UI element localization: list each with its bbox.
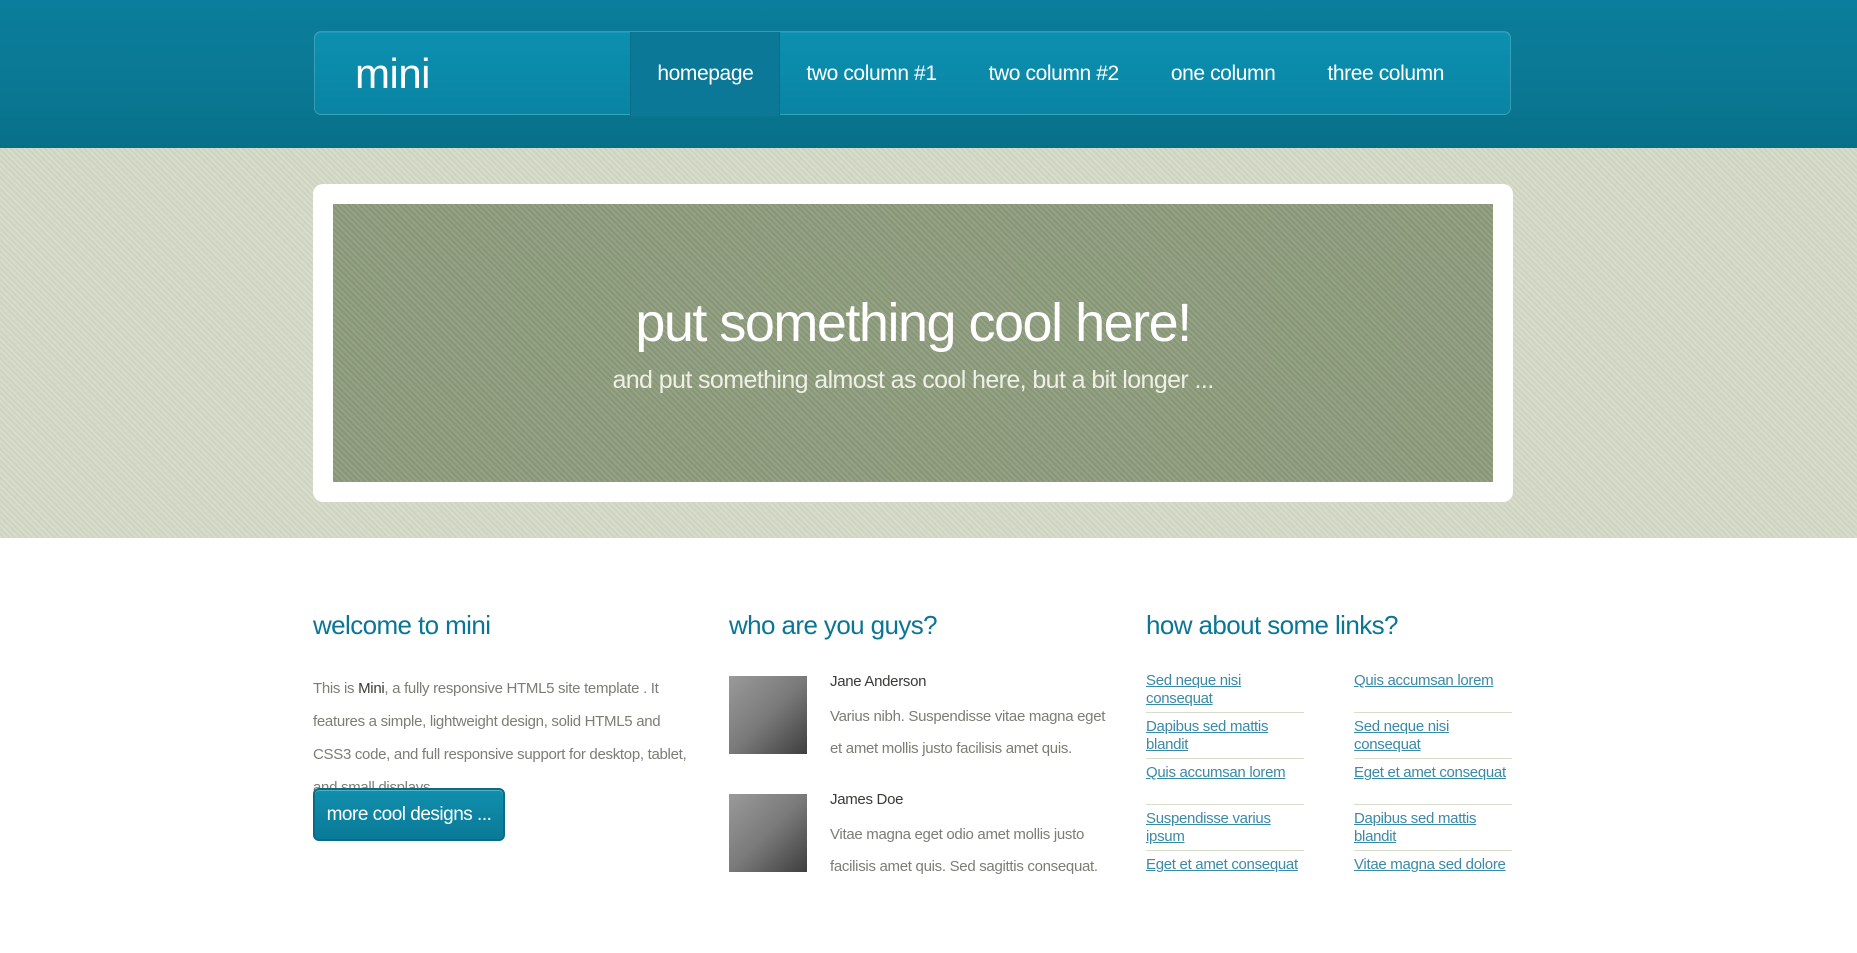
hero-frame: put something cool here! and put somethi… xyxy=(313,184,1513,502)
person-card: James Doe Vitae magna eget odio amet mol… xyxy=(729,791,1098,875)
links-heading: how about some links? xyxy=(1146,610,1398,640)
link[interactable]: Dapibus sed mattis blandit xyxy=(1354,810,1476,845)
link[interactable]: Quis accumsan lorem xyxy=(1146,764,1286,781)
welcome-text: This is Mini, a fully responsive HTML5 s… xyxy=(313,672,693,804)
brand-name: Mini xyxy=(358,680,385,697)
welcome-heading: welcome to mini xyxy=(313,610,491,640)
person-name: Jane Anderson xyxy=(830,673,927,690)
welcome-text-end: , a fully responsive HTML5 site template… xyxy=(313,680,687,796)
list-item: Quis accumsan lorem xyxy=(1354,668,1512,713)
person-description: Vitae magna eget odio amet mollis justo … xyxy=(830,826,1098,875)
person-name: James Doe xyxy=(830,791,904,808)
list-item: Dapibus sed mattis blandit xyxy=(1354,806,1512,851)
link[interactable]: Sed neque nisi consequat xyxy=(1354,718,1449,753)
list-item: Quis accumsan lorem xyxy=(1146,760,1304,805)
list-item: Eget et amet consequat xyxy=(1146,852,1304,897)
link[interactable]: Suspendisse varius ipsum xyxy=(1146,810,1271,845)
link[interactable]: Quis accumsan lorem xyxy=(1354,672,1494,689)
nav-item-two-column-1[interactable]: two column #1 xyxy=(780,32,962,116)
links-list-right: Quis accumsan lorem Sed neque nisi conse… xyxy=(1354,668,1512,898)
hero-title: put something cool here! xyxy=(635,293,1192,353)
list-item: Suspendisse varius ipsum xyxy=(1146,806,1304,851)
nav-item-one-column[interactable]: one column xyxy=(1145,32,1302,116)
welcome-text-start: This is xyxy=(313,680,359,697)
list-item: Sed neque nisi consequat xyxy=(1146,668,1304,713)
person-description: Varius nibh. Suspendisse vitae magna ege… xyxy=(830,708,1106,757)
link[interactable]: Vitae magna sed dolore xyxy=(1354,856,1506,873)
link[interactable]: Sed neque nisi consequat xyxy=(1146,672,1241,707)
nav-item-three-column[interactable]: three column xyxy=(1301,32,1470,116)
person-avatar xyxy=(729,676,807,754)
site-header: mini homepage two column #1 two column #… xyxy=(0,0,1857,148)
list-item: Eget et amet consequat xyxy=(1354,760,1512,805)
person-card: Jane Anderson Varius nibh. Suspendisse v… xyxy=(729,673,1105,757)
link[interactable]: Eget et amet consequat xyxy=(1146,856,1298,873)
list-item: Dapibus sed mattis blandit xyxy=(1146,714,1304,759)
list-item: Sed neque nisi consequat xyxy=(1354,714,1512,759)
hero-banner: put something cool here! and put somethi… xyxy=(333,204,1493,482)
hero-section: put something cool here! and put somethi… xyxy=(0,148,1857,538)
main-nav: homepage two column #1 two column #2 one… xyxy=(630,32,1470,116)
person-avatar xyxy=(729,794,807,872)
list-item: Vitae magna sed dolore xyxy=(1354,852,1512,897)
links-list-left: Sed neque nisi consequat Dapibus sed mat… xyxy=(1146,668,1304,898)
people-heading: who are you guys? xyxy=(729,610,938,640)
more-designs-button[interactable]: more cool designs ... xyxy=(313,788,505,841)
link[interactable]: Dapibus sed mattis blandit xyxy=(1146,718,1268,753)
site-logo[interactable]: mini xyxy=(355,50,431,98)
link[interactable]: Eget et amet consequat xyxy=(1354,764,1506,781)
hero-subtitle: and put something almost as cool here, b… xyxy=(612,366,1214,394)
nav-bar: mini homepage two column #1 two column #… xyxy=(314,31,1511,116)
nav-item-homepage[interactable]: homepage xyxy=(630,32,781,116)
nav-item-two-column-2[interactable]: two column #2 xyxy=(963,32,1145,116)
